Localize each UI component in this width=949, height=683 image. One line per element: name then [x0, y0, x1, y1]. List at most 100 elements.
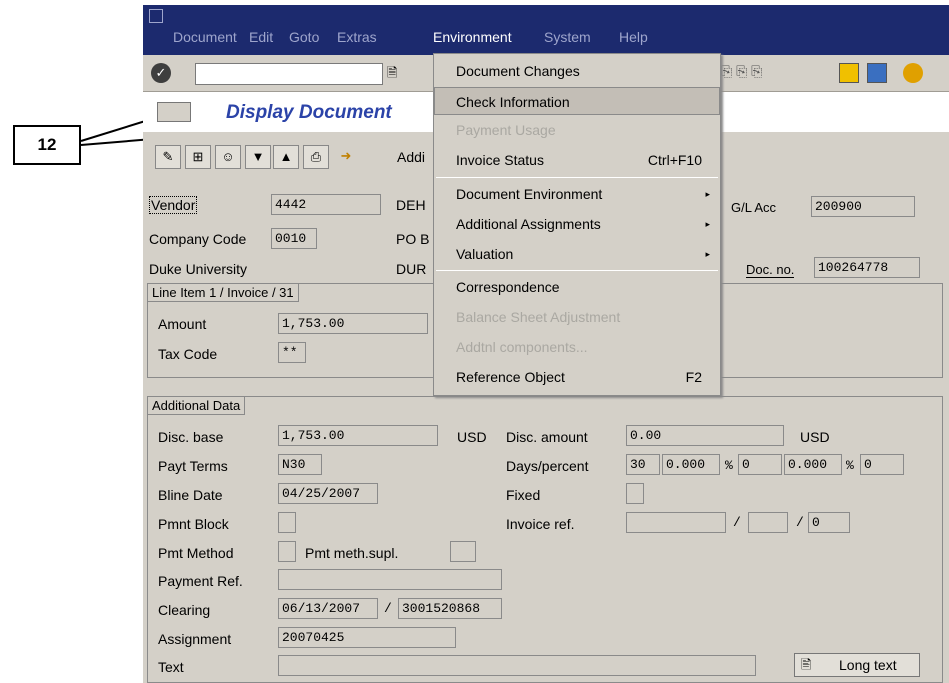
text-label: Text — [158, 659, 184, 675]
pct2-sym: % — [846, 458, 854, 473]
clearing-doc-field[interactable]: 3001520868 — [398, 598, 502, 619]
company-code-field[interactable]: 0010 — [271, 228, 317, 249]
pct1-field[interactable]: 0.000 — [662, 454, 720, 475]
menu-item-check-information[interactable]: Check Information — [434, 87, 720, 115]
tax-code-label: Tax Code — [158, 346, 218, 362]
disc-base-field[interactable]: 1,753.00 — [278, 425, 438, 446]
additional-button-label[interactable]: Addi — [397, 149, 425, 165]
pmt-method-label: Pmt Method — [158, 545, 234, 561]
gl-acc-field[interactable]: 200900 — [811, 196, 915, 217]
menu-item-label: Document Environment — [456, 186, 603, 202]
menu-item-document-environment[interactable]: Document Environment ▸ — [434, 180, 720, 208]
pmnt-block-field[interactable] — [278, 512, 296, 533]
doc-no-label: Doc. no. — [746, 262, 795, 278]
days3-field[interactable]: 0 — [860, 454, 904, 475]
line-item-group-title: Line Item 1 / Invoice / 31 — [148, 284, 299, 302]
menu-item-label: Document Changes — [456, 63, 580, 79]
command-field[interactable] — [195, 63, 383, 85]
menu-environment[interactable]: Environment — [433, 29, 512, 45]
additional-data-group: Additional Data Disc. base 1,753.00 USD … — [147, 396, 943, 683]
po-box-text: PO B — [396, 231, 430, 247]
menu-item-additional-assignments[interactable]: Additional Assignments ▸ — [434, 210, 720, 238]
invoice-ref-label: Invoice ref. — [506, 516, 575, 532]
arrow-right-icon[interactable]: ➜ — [333, 145, 359, 169]
fixed-field[interactable] — [626, 483, 644, 504]
additional-data-group-title: Additional Data — [148, 397, 246, 415]
person-icon[interactable]: ☺ — [215, 145, 241, 169]
pct2-field[interactable]: 0.000 — [784, 454, 842, 475]
amount-label: Amount — [158, 316, 207, 332]
city-text: DUR — [396, 261, 427, 277]
clearing-date-field[interactable]: 06/13/2007 — [278, 598, 378, 619]
vendor-field[interactable]: 4442 — [271, 194, 381, 215]
save-icon[interactable]: 🗎 — [387, 64, 401, 82]
long-text-button[interactable]: 🖹 Long text — [794, 653, 920, 677]
help-icon[interactable] — [903, 63, 923, 83]
submenu-arrow-icon: ▸ — [705, 219, 710, 229]
menu-separator — [436, 270, 718, 271]
pmt-meth-supl-field[interactable] — [450, 541, 476, 562]
doc-no-field[interactable]: 100264778 — [814, 257, 920, 278]
menu-item-document-changes[interactable]: Document Changes — [434, 57, 720, 85]
invoice-ref-sep2: / — [796, 515, 804, 530]
payment-ref-label: Payment Ref. — [158, 573, 243, 589]
menu-edit[interactable]: Edit — [249, 29, 273, 45]
invoice-ref-line-field[interactable]: 0 — [808, 512, 850, 533]
payt-terms-field[interactable]: N30 — [278, 454, 322, 475]
disc-base-currency: USD — [457, 429, 487, 445]
menu-item-shortcut: F2 — [685, 369, 702, 385]
menu-item-invoice-status[interactable]: Invoice Status Ctrl+F10 — [434, 146, 720, 174]
payt-terms-label: Payt Terms — [158, 458, 228, 474]
disc-amount-currency: USD — [800, 429, 830, 445]
bline-date-field[interactable]: 04/25/2007 — [278, 483, 378, 504]
pct1-sym: % — [725, 458, 733, 473]
menu-item-label: Balance Sheet Adjustment — [456, 309, 621, 325]
invoice-ref-doc-field[interactable] — [626, 512, 726, 533]
overview-icon[interactable]: ⊞ — [185, 145, 211, 169]
new-session-icon[interactable] — [839, 63, 859, 83]
menu-item-label: Check Information — [456, 94, 570, 110]
menu-document[interactable]: Document — [173, 29, 237, 45]
shortcut-icon[interactable] — [867, 63, 887, 83]
invoice-ref-year-field[interactable] — [748, 512, 788, 533]
gl-acc-label: G/L Acc — [731, 200, 777, 215]
tax-code-field[interactable]: ** — [278, 342, 306, 363]
days1-field[interactable]: 30 — [626, 454, 660, 475]
window-icon[interactable] — [149, 9, 163, 23]
days2-field[interactable]: 0 — [738, 454, 782, 475]
menu-toggle-icon[interactable] — [157, 102, 191, 122]
menu-item-label: Reference Object — [456, 369, 565, 385]
chevron-down-icon[interactable]: ▼ — [245, 145, 271, 169]
menu-system[interactable]: System — [544, 29, 591, 45]
menu-item-label: Additional Assignments — [456, 216, 601, 232]
print-icon[interactable]: ⎙ — [303, 145, 329, 169]
menu-item-addtnl-components: Addtnl components... — [434, 333, 720, 361]
menu-bar: Document Edit Goto Extras Environment Sy… — [143, 5, 949, 55]
menu-item-shortcut: Ctrl+F10 — [647, 152, 702, 168]
submenu-arrow-icon: ▸ — [705, 249, 710, 259]
chevron-up-icon[interactable]: ▲ — [273, 145, 299, 169]
menu-help[interactable]: Help — [619, 29, 648, 45]
submenu-arrow-icon: ▸ — [705, 189, 710, 199]
menu-item-valuation[interactable]: Valuation ▸ — [434, 240, 720, 268]
fixed-label: Fixed — [506, 487, 541, 503]
menu-item-label: Addtnl components... — [456, 339, 588, 355]
pmt-meth-supl-label: Pmt meth.supl. — [305, 545, 399, 561]
assignment-field[interactable]: 20070425 — [278, 627, 456, 648]
edit-pencil-icon[interactable]: ✎ — [155, 145, 181, 169]
menu-item-label: Correspondence — [456, 279, 560, 295]
menu-item-reference-object[interactable]: Reference Object F2 — [434, 363, 720, 391]
nav-icons[interactable]: ⎘ ⎘ ⎘ — [721, 63, 841, 83]
company-name: Duke University — [149, 261, 248, 277]
menu-goto[interactable]: Goto — [289, 29, 319, 45]
menu-item-correspondence[interactable]: Correspondence — [434, 273, 720, 301]
text-field[interactable] — [278, 655, 756, 676]
pmt-method-field[interactable] — [278, 541, 296, 562]
payment-ref-field[interactable] — [278, 569, 502, 590]
disc-amount-field[interactable]: 0.00 — [626, 425, 784, 446]
disc-amount-label: Disc. amount — [506, 429, 588, 445]
enter-check-icon[interactable]: ✓ — [151, 63, 171, 83]
menu-item-label: Invoice Status — [456, 152, 544, 168]
amount-field[interactable]: 1,753.00 — [278, 313, 428, 334]
menu-extras[interactable]: Extras — [337, 29, 377, 45]
